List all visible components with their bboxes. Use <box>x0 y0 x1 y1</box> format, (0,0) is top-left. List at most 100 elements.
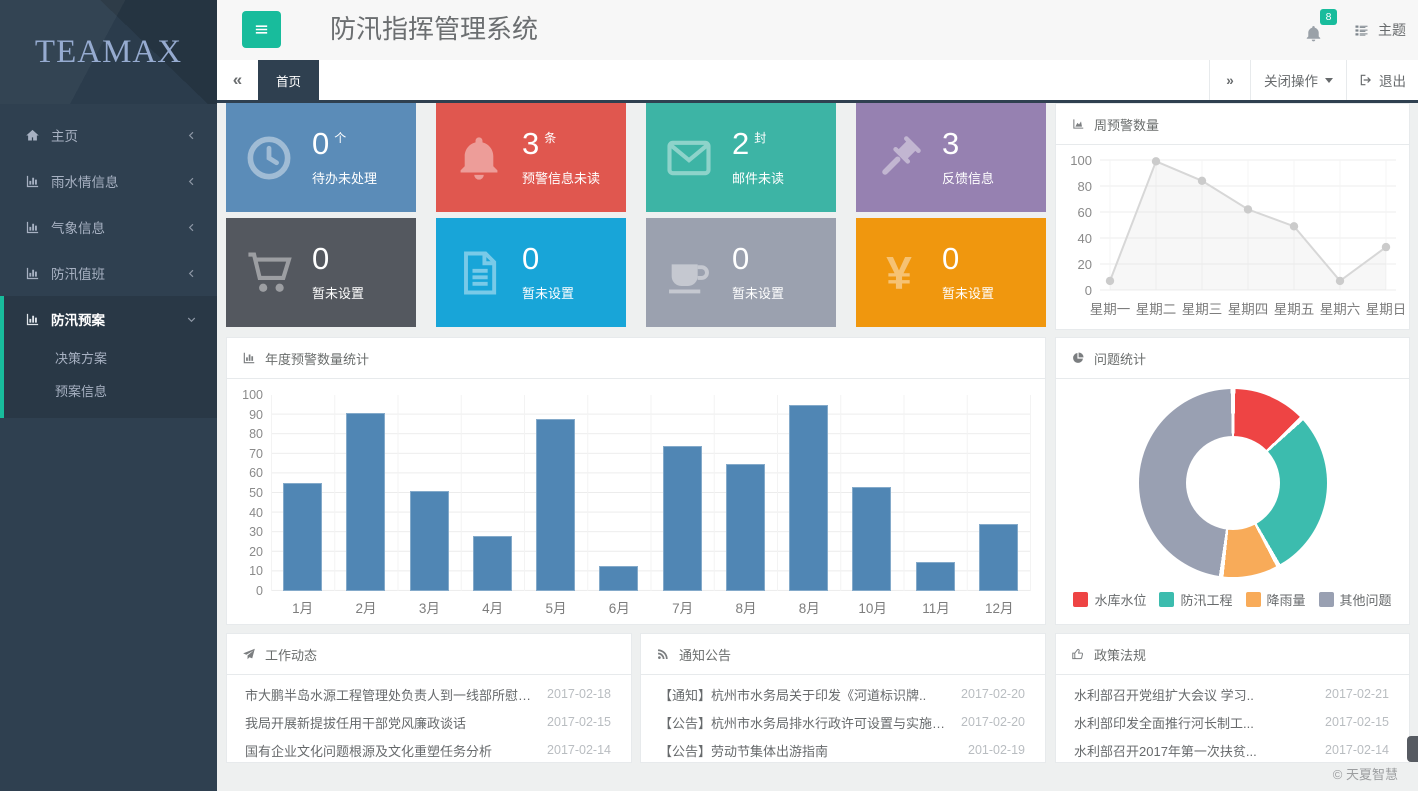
list-item-link[interactable]: 水利部召开党组扩大会议 学习..2017-02-21 <box>1056 680 1409 708</box>
menu-toggle-button[interactable] <box>242 11 281 48</box>
bar-2月 <box>346 413 385 591</box>
bar-slot <box>777 395 840 591</box>
chevron-left-icon <box>186 268 197 279</box>
legend-swatch <box>1159 592 1174 607</box>
stat-card-unset-file[interactable]: 0 暂未设置 <box>436 218 626 327</box>
stat-card-unset-coffee[interactable]: 0暂未设置 <box>646 218 836 327</box>
tabs-scroll-right-button[interactable]: » <box>1209 60 1250 100</box>
yen-icon: ¥ <box>856 250 942 296</box>
close-operations-label: 关闭操作 <box>1264 70 1318 90</box>
bar-chart-icon <box>25 312 40 327</box>
main-content: 0个待办未处理3条预警信息未读2封邮件未读3反馈信息0暂未设置0暂未设置0暂未设… <box>217 103 1418 791</box>
list-item-date: 2017-02-15 <box>547 715 611 729</box>
stat-card-unit: 条 <box>544 132 556 144</box>
sign-out-icon <box>1359 73 1373 87</box>
bar-chart-plot <box>271 395 1031 591</box>
stat-card-value-row: 0 <box>732 243 784 274</box>
tab-home[interactable]: 首页 <box>258 60 319 100</box>
theme-list-icon <box>1353 22 1370 39</box>
list-item-link[interactable]: 水利部印发全面推行河长制工...2017-02-15 <box>1056 708 1409 736</box>
x-axis-tick-label: 8月 <box>714 597 777 617</box>
panel-title: 工作动态 <box>265 645 317 664</box>
bar-chart-icon <box>25 174 40 189</box>
logout-button[interactable]: 退出 <box>1346 60 1418 100</box>
bar-slot <box>398 395 461 591</box>
stat-card-value: 3 <box>522 128 539 159</box>
sidebar-item-flood-duty[interactable]: 防汛值班 <box>0 250 217 296</box>
policies-panel: 政策法规 水利部召开党组扩大会议 学习..2017-02-21水利部印发全面推行… <box>1055 633 1410 763</box>
y-axis-tick-label: 0 <box>227 584 263 598</box>
list-item-link[interactable]: 国有企业文化问题根源及文化重塑任务分析2017-02-14 <box>227 736 631 764</box>
stat-card-todo-unhandled[interactable]: 0个待办未处理 <box>226 103 416 212</box>
list-item-link[interactable]: 水利部召开2017年第一次扶贫...2017-02-14 <box>1056 736 1409 764</box>
tab-strip-space <box>319 60 1209 100</box>
bar-10月 <box>852 487 891 591</box>
legend-label: 其他问题 <box>1340 590 1392 609</box>
cart-icon <box>226 247 312 299</box>
caret-down-icon <box>1325 78 1333 83</box>
stat-card-feedback-info[interactable]: 3反馈信息 <box>856 103 1046 212</box>
sidebar-item-weather-info[interactable]: 气象信息 <box>0 204 217 250</box>
envelope-icon <box>646 132 732 184</box>
chevron-down-icon <box>186 314 197 325</box>
bar-slot <box>904 395 967 591</box>
sidebar-item-rain-water-info[interactable]: 雨水情信息 <box>0 158 217 204</box>
sidebar-subitem-plan-info[interactable]: 预案信息 <box>4 375 217 408</box>
notifications-button[interactable]: 8 <box>1304 16 1328 46</box>
x-axis-tick-label: 1月 <box>271 597 334 617</box>
y-axis-tick-label: 20 <box>1062 257 1092 272</box>
theme-label: 主题 <box>1378 20 1406 40</box>
problem-stats-panel: 问题统计 水库水位防汛工程降雨量其他问题 <box>1055 337 1410 625</box>
sidebar-item-flood-plan[interactable]: 防汛预案 <box>4 296 217 342</box>
weekly-warning-line-chart: 020406080100星期一星期二星期三星期四星期五星期六星期日 <box>1056 145 1409 328</box>
stat-card-value: 0 <box>522 243 539 274</box>
legend-swatch <box>1073 592 1088 607</box>
stat-card-label: 预警信息未读 <box>522 168 600 187</box>
panel-header: 工作动态 <box>227 634 631 675</box>
stat-card-label: 待办未处理 <box>312 168 377 187</box>
list-item-link[interactable]: 【通知】杭州市水务局关于印发《河道标识牌..2017-02-20 <box>641 680 1045 708</box>
list-item-link[interactable]: 【公告】劳动节集体出游指南201-02-19 <box>641 736 1045 764</box>
list-item-link[interactable]: 市大鹏半岛水源工程管理处负责人到一线部所慰问新春2017-02-18 <box>227 680 631 708</box>
bar-8月 <box>789 405 828 591</box>
bar-slot <box>714 395 777 591</box>
paper-plane-icon <box>242 647 256 661</box>
bell-icon <box>1304 24 1328 43</box>
theme-button[interactable]: 主题 <box>1353 0 1406 60</box>
sidebar-item-home[interactable]: 主页 <box>0 112 217 158</box>
y-axis-tick-label: 50 <box>227 486 263 500</box>
tabs-scroll-left-button[interactable]: « <box>217 60 258 100</box>
close-operations-dropdown[interactable]: 关闭操作 <box>1250 60 1346 100</box>
stat-card-unset-cart[interactable]: 0暂未设置 <box>226 218 416 327</box>
y-axis-tick-label: 20 <box>227 545 263 559</box>
list-item-text: 水利部召开2017年第一次扶贫... <box>1074 741 1257 760</box>
sidebar-item-label: 雨水情信息 <box>51 171 186 191</box>
bar-4月 <box>473 536 512 591</box>
y-axis-tick-label: 30 <box>227 525 263 539</box>
stat-card-value: 3 <box>942 128 959 159</box>
stat-card-value-row: 2封 <box>732 128 784 159</box>
stat-card-value-row: 0 <box>312 243 364 274</box>
y-axis-tick-label: 80 <box>1062 179 1092 194</box>
stat-card-value: 2 <box>732 128 749 159</box>
weekly-warning-panel: 周预警数量 020406080100星期一星期二星期三星期四星期五星期六星期日 <box>1055 103 1410 330</box>
back-to-top-button[interactable] <box>1407 736 1418 762</box>
stat-card-unset-money[interactable]: ¥0暂未设置 <box>856 218 1046 327</box>
legend-item-2: 防汛工程 <box>1159 590 1232 609</box>
bar-slot <box>967 395 1030 591</box>
panel-header: 政策法规 <box>1056 634 1409 675</box>
stat-card-warning-unread[interactable]: 3条预警信息未读 <box>436 103 626 212</box>
donut-legend: 水库水位防汛工程降雨量其他问题 <box>1056 590 1409 609</box>
list-item-link[interactable]: 我局开展新提拔任用干部党风廉政谈话2017-02-15 <box>227 708 631 736</box>
stat-card-text: 3条预警信息未读 <box>522 128 600 187</box>
list-item-link[interactable]: 【公告】杭州市水务局排水行政许可设置与实施优..2017-02-20 <box>641 708 1045 736</box>
stat-card-mail-unread[interactable]: 2封邮件未读 <box>646 103 836 212</box>
bar-slot <box>334 395 397 591</box>
sidebar-subitem-decision-plan[interactable]: 决策方案 <box>4 342 217 375</box>
stat-card-label: 暂未设置 <box>522 283 574 302</box>
bar-chart-icon <box>242 351 256 365</box>
x-axis-tick-label: 10月 <box>841 597 904 617</box>
x-axis-tick-label: 6月 <box>588 597 651 617</box>
sidebar-menu: 主页雨水情信息气象信息防汛值班防汛预案决策方案预案信息 <box>0 104 217 418</box>
legend-label: 防汛工程 <box>1180 590 1232 609</box>
